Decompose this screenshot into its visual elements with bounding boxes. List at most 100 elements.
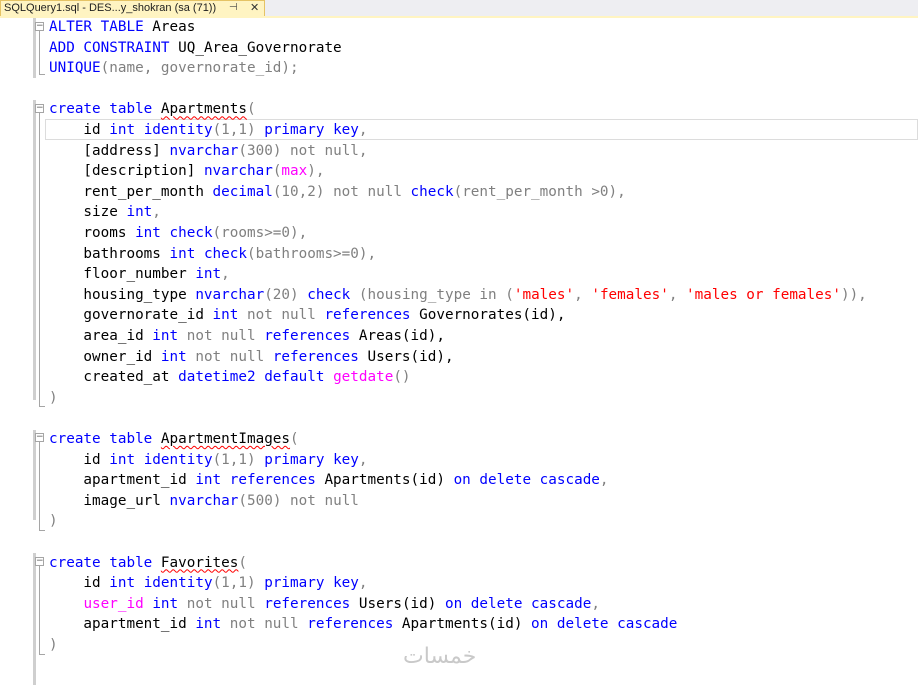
code-token: , (574, 286, 592, 303)
code-line[interactable]: ) (49, 635, 58, 655)
code-line[interactable]: governorate_id int not null references G… (49, 305, 565, 325)
query-tab[interactable]: SQLQuery1.sql - DES...y_shokran (sa (71)… (0, 0, 265, 16)
code-token: Users(id) (350, 595, 445, 612)
code-token: create table (49, 101, 153, 118)
code-token: (300) (238, 142, 291, 159)
code-token: size (49, 204, 127, 221)
code-line[interactable]: image_url nvarchar(500) not null (49, 491, 359, 511)
code-line[interactable]: id int identity(1,1) primary key, (49, 120, 368, 140)
code-line[interactable]: UNIQUE(name, governorate_id); (49, 58, 299, 78)
code-token: int (126, 204, 153, 221)
code-token: not null (246, 307, 325, 324)
code-token: ( (496, 286, 514, 303)
code-line[interactable]: rent_per_month decimal(10,2) not null ch… (49, 182, 625, 202)
code-line[interactable]: ) (49, 511, 58, 531)
code-token: Apartments (160, 101, 247, 118)
code-line[interactable]: [description] nvarchar(max), (49, 161, 324, 181)
code-token: datetime2 default (178, 369, 334, 386)
code-line[interactable]: floor_number int, (49, 264, 229, 284)
code-line[interactable]: ) (49, 388, 58, 408)
code-token: ), (307, 163, 325, 180)
code-token: , (152, 204, 161, 221)
code-line[interactable]: rooms int check(rooms>=0), (49, 223, 307, 243)
collapse-icon[interactable]: − (35, 557, 44, 566)
code-token: id (49, 451, 110, 468)
code-line[interactable]: create table ApartmentImages( (49, 429, 299, 449)
code-token: on delete cascade (453, 472, 600, 489)
code-token: (housing_type (350, 286, 480, 303)
code-token: area_id (49, 328, 153, 344)
outline-guide (39, 566, 40, 654)
outline-guide (39, 31, 40, 74)
collapse-icon[interactable]: − (35, 22, 44, 31)
code-token: , (599, 472, 609, 489)
pin-icon[interactable]: ⊣ (229, 1, 238, 15)
document-tab-bar: SQLQuery1.sql - DES...y_shokran (sa (71)… (0, 0, 918, 16)
code-line[interactable]: housing_type nvarchar(20) check (housing… (49, 285, 867, 305)
code-line[interactable]: user_id int not null references Users(id… (49, 594, 599, 614)
outline-guide-end (39, 654, 45, 655)
code-token: , (358, 122, 368, 138)
code-token: Apartments(id) (315, 472, 454, 489)
code-token: create table (49, 554, 153, 571)
code-line[interactable]: [address] nvarchar(300) not null, (49, 141, 367, 161)
code-token: ( (238, 554, 247, 571)
code-token: nvarchar (169, 142, 239, 159)
code-token: check (307, 286, 351, 303)
code-token: user_id (83, 595, 144, 612)
code-token: Areas(id), (350, 328, 445, 344)
code-line[interactable]: bathrooms int check(bathrooms>=0), (49, 244, 376, 264)
code-line[interactable]: area_id int not null references Areas(id… (49, 326, 445, 346)
code-token: )), (840, 286, 867, 303)
code-token: id (49, 122, 110, 138)
code-token: ) (49, 513, 58, 530)
code-token: Favorites (160, 554, 239, 571)
code-token: int identity (109, 122, 213, 138)
code-token: floor_number (49, 266, 196, 283)
code-token: ) (49, 389, 58, 406)
code-token: housing_type (49, 286, 196, 303)
code-token: 'males or females' (686, 286, 841, 303)
close-icon[interactable]: ✕ (250, 1, 259, 15)
code-token: int references (195, 472, 316, 489)
code-line[interactable]: id int identity(1,1) primary key, (49, 573, 367, 593)
code-line[interactable]: ADD CONSTRAINT UQ_Area_Governorate (49, 38, 342, 58)
code-token: Users(id), (358, 348, 454, 365)
code-token: nvarchar (195, 286, 265, 303)
code-token: rooms (49, 225, 136, 241)
change-marker (33, 430, 36, 520)
code-token: , (668, 286, 687, 303)
code-line[interactable]: apartment_id int references Apartments(i… (49, 470, 609, 490)
collapse-icon[interactable]: − (35, 433, 44, 442)
code-token: ( (246, 101, 256, 118)
code-token: on delete cascade (531, 616, 678, 633)
code-token: not null (333, 183, 411, 200)
code-token: UQ_Area_Governorate (169, 39, 342, 56)
code-line[interactable]: create table Favorites( (49, 553, 247, 573)
code-token: created_at (49, 369, 179, 386)
code-line[interactable]: apartment_id int not null references Apa… (49, 614, 677, 634)
code-token: 'males' (513, 286, 575, 303)
collapse-icon[interactable]: − (35, 104, 44, 113)
code-token: ADD CONSTRAINT (49, 39, 170, 56)
code-token: (rooms>=0), (212, 225, 308, 241)
code-line[interactable]: created_at datetime2 default getdate() (49, 367, 410, 387)
code-token: primary key (264, 575, 359, 592)
code-line[interactable]: size int, (49, 202, 161, 222)
code-line[interactable]: id int identity(1,1) primary key, (49, 450, 367, 470)
code-token: not null (290, 142, 359, 159)
code-line[interactable]: ALTER TABLE Areas (49, 17, 195, 37)
code-token: rent_per_month (49, 183, 213, 200)
code-token: references (307, 616, 394, 633)
code-token: Governorates(id), (410, 307, 566, 324)
code-token: governorate_id (49, 307, 213, 324)
code-line[interactable]: owner_id int not null references Users(i… (49, 347, 454, 367)
code-token: references (264, 328, 351, 344)
code-token: not null (229, 616, 308, 633)
code-token: (1,1) (212, 122, 265, 138)
outline-guide-end (39, 74, 45, 75)
code-line[interactable]: create table Apartments( (49, 99, 256, 119)
code-token: (1,1) (212, 451, 265, 468)
code-token: max (281, 163, 308, 180)
